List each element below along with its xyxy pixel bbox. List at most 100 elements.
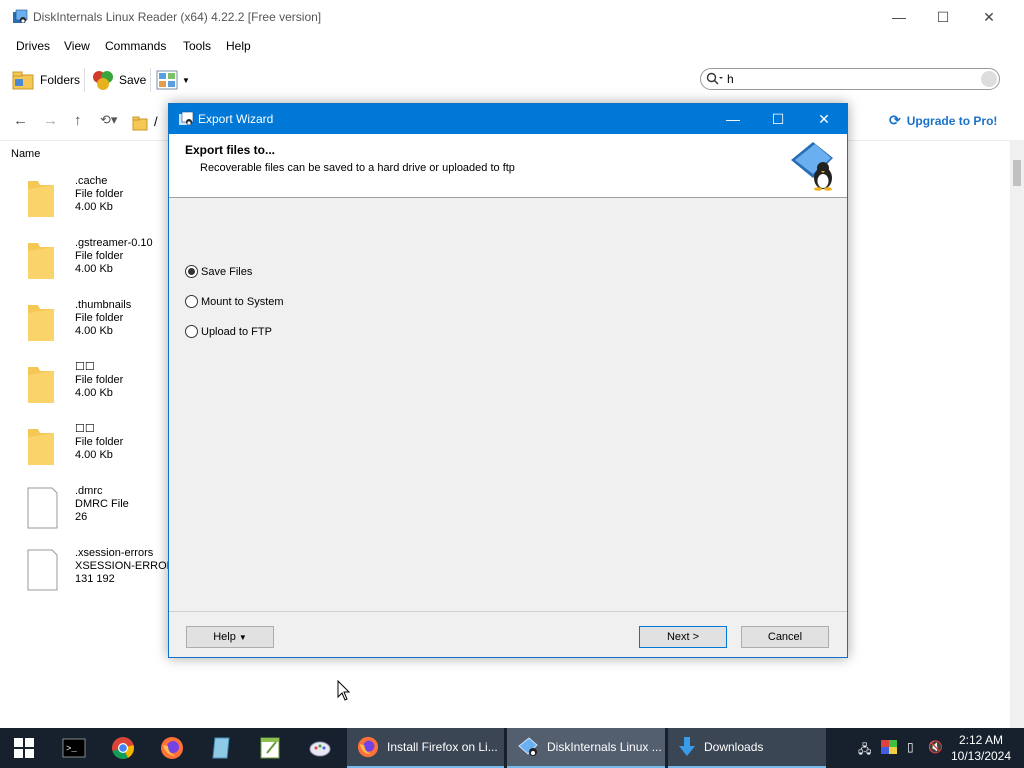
- radio-unselected[interactable]: [185, 325, 198, 338]
- maximize-button[interactable]: ☐: [920, 0, 966, 34]
- color-display-icon[interactable]: [881, 740, 897, 754]
- menu-tools[interactable]: Tools: [183, 39, 211, 53]
- dialog-subheading: Recoverable files can be saved to a hard…: [200, 162, 515, 174]
- chrome-icon[interactable]: [111, 736, 135, 760]
- file-type: File folder: [75, 436, 124, 448]
- task-label: Downloads: [704, 740, 764, 754]
- file-name: .dmrc: [75, 485, 103, 497]
- menu-view[interactable]: View: [64, 39, 90, 53]
- network-icon[interactable]: 🖧: [858, 740, 871, 761]
- folders-button[interactable]: Folders: [12, 66, 80, 94]
- search-input[interactable]: h: [727, 72, 734, 86]
- path-segment[interactable]: /: [154, 114, 158, 129]
- help-button[interactable]: Help ▼: [186, 626, 274, 648]
- notepad-icon[interactable]: [209, 736, 233, 760]
- file-type: File folder: [75, 250, 124, 262]
- menu-drives[interactable]: Drives: [16, 39, 50, 53]
- up-arrow-icon[interactable]: ↑: [74, 112, 82, 129]
- list-item[interactable]: .xsession-errors XSESSION-ERRORS 131 192: [24, 547, 182, 607]
- usb-device-icon[interactable]: ▯: [907, 740, 914, 754]
- file-size: 131 192: [75, 573, 115, 585]
- task-diskinternals[interactable]: DiskInternals Linux ...: [507, 728, 665, 768]
- list-item[interactable]: .dmrc DMRC File 26: [24, 485, 174, 545]
- cancel-button[interactable]: Cancel: [741, 626, 829, 648]
- speaker-muted-icon[interactable]: 🔇: [928, 740, 943, 754]
- history-icon[interactable]: ⟲▾: [100, 112, 117, 128]
- list-item[interactable]: ☐☐ File folder 4.00 Kb: [24, 361, 174, 421]
- refresh-icon: ⟳: [889, 112, 901, 128]
- clock-date: 10/13/2024: [950, 749, 1012, 763]
- linux-reader-icon: [518, 737, 538, 756]
- file-size: 4.00 Kb: [75, 263, 113, 275]
- dialog-title: Export Wizard: [198, 112, 274, 126]
- toolbar-divider: [84, 68, 85, 92]
- menu-help[interactable]: Help: [226, 39, 251, 53]
- file-name: .gstreamer-0.10: [75, 237, 153, 249]
- folder-path-icon: [132, 116, 148, 131]
- list-item[interactable]: .thumbnails File folder 4.00 Kb: [24, 299, 174, 359]
- paint-icon[interactable]: [308, 736, 332, 760]
- list-item[interactable]: ☐☐ File folder 4.00 Kb: [24, 423, 174, 483]
- file-name: .thumbnails: [75, 299, 132, 311]
- document-icon: [27, 487, 58, 529]
- svg-text:>_: >_: [66, 744, 77, 754]
- dialog-maximize-button[interactable]: ☐: [755, 104, 801, 134]
- clock-time: 2:12 AM: [958, 733, 1004, 747]
- forward-arrow-icon[interactable]: →: [43, 112, 58, 129]
- file-type: DMRC File: [75, 498, 129, 510]
- scrollbar-thumb[interactable]: [1013, 160, 1021, 186]
- option-save-files[interactable]: Save Files: [185, 265, 252, 278]
- search-box[interactable]: h: [700, 68, 1000, 90]
- list-item[interactable]: .cache File folder 4.00 Kb: [24, 175, 174, 235]
- file-size: 4.00 Kb: [75, 325, 113, 337]
- upgrade-label: Upgrade to Pro!: [906, 113, 998, 128]
- option-upload-to-ftp[interactable]: Upload to FTP: [185, 325, 272, 338]
- dialog-minimize-button[interactable]: —: [710, 104, 756, 134]
- firefox-icon[interactable]: [160, 736, 184, 760]
- terminal-icon[interactable]: >_: [62, 736, 86, 760]
- view-mode-button[interactable]: ▼: [156, 66, 190, 94]
- thumbnails-view-icon: [156, 70, 178, 90]
- file-size: 4.00 Kb: [75, 449, 113, 461]
- dialog-header: Export files to... Recoverable files can…: [169, 134, 847, 198]
- next-button[interactable]: Next >: [639, 626, 727, 648]
- document-icon: [27, 549, 58, 591]
- download-arrow-icon: [679, 737, 695, 756]
- task-install-firefox[interactable]: Install Firefox on Li...: [347, 728, 504, 768]
- clear-search-icon[interactable]: [981, 71, 997, 87]
- help-label: Help: [213, 631, 236, 643]
- dialog-close-button[interactable]: ✕: [801, 104, 847, 134]
- file-type: File folder: [75, 374, 124, 386]
- notepad-plus-plus-icon[interactable]: [258, 736, 282, 760]
- folder-icon: [28, 367, 54, 403]
- folders-icon: [12, 71, 34, 90]
- list-item[interactable]: .gstreamer-0.10 File folder 4.00 Kb: [24, 237, 174, 297]
- firefox-icon: [357, 736, 379, 758]
- back-arrow-icon[interactable]: ←: [13, 112, 28, 129]
- menu-bar: Drives View Commands Tools Help: [0, 34, 1024, 58]
- clock[interactable]: 2:12 AM 10/13/2024: [948, 732, 1014, 764]
- task-downloads[interactable]: Downloads: [668, 728, 826, 768]
- folder-icon: [28, 243, 54, 279]
- radio-selected[interactable]: [185, 265, 198, 278]
- option-label: Save Files: [201, 265, 253, 278]
- search-icon: [706, 72, 723, 85]
- file-name: ☐☐: [75, 423, 95, 435]
- folder-icon: [28, 305, 54, 341]
- mouse-cursor-icon: [337, 680, 351, 701]
- close-button[interactable]: ✕: [966, 0, 1012, 34]
- linux-reader-logo-icon: [791, 142, 833, 191]
- upgrade-link[interactable]: ⟳ Upgrade to Pro!: [889, 112, 997, 129]
- menu-commands[interactable]: Commands: [105, 39, 166, 53]
- minimize-button[interactable]: —: [876, 0, 922, 34]
- task-label: Install Firefox on Li...: [387, 740, 498, 754]
- vertical-scrollbar[interactable]: [1010, 140, 1024, 728]
- chevron-down-icon: ▼: [238, 633, 247, 642]
- radio-unselected[interactable]: [185, 295, 198, 308]
- file-size: 4.00 Kb: [75, 387, 113, 399]
- save-button[interactable]: Save: [91, 66, 146, 94]
- option-label: Mount to System: [201, 295, 284, 308]
- windows-start-icon[interactable]: [14, 738, 34, 758]
- option-mount-to-system[interactable]: Mount to System: [185, 295, 284, 308]
- file-size: 4.00 Kb: [75, 201, 113, 213]
